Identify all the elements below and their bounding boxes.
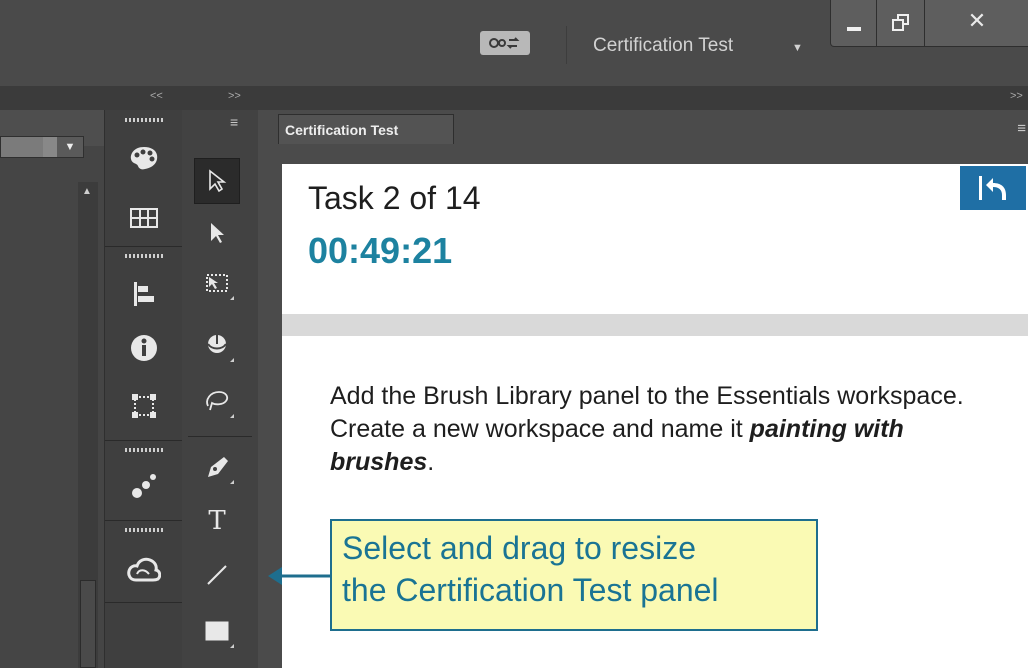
transform-icon[interactable] bbox=[105, 386, 183, 426]
tool-flyout-indicator bbox=[230, 358, 234, 362]
tools-panel: ≡ T bbox=[182, 110, 259, 668]
collapse-arrow-icon[interactable]: << bbox=[150, 90, 163, 102]
graphic-styles-icon[interactable] bbox=[105, 466, 183, 506]
tab-certification-test[interactable]: Certification Test bbox=[278, 114, 454, 144]
task-counter: Task 2 of 14 bbox=[308, 180, 481, 216]
panel-dropdown-value bbox=[1, 137, 43, 157]
app-window: Certification Test ▼ ✕ << >> >> ▼ ▲ ≡ T … bbox=[0, 0, 1028, 668]
rectangle-icon bbox=[205, 621, 229, 641]
artboard-icon bbox=[206, 274, 228, 292]
workspace-switcher-icon[interactable] bbox=[480, 31, 530, 55]
instruction-end: . bbox=[427, 448, 435, 476]
tool-flyout-indicator bbox=[230, 414, 234, 418]
content-divider bbox=[282, 314, 1028, 336]
pen-icon bbox=[208, 457, 228, 477]
tool-flyout-indicator bbox=[230, 296, 234, 300]
panel-menu-icon[interactable]: ≡ bbox=[1017, 120, 1026, 137]
callout-arrow-icon bbox=[268, 567, 330, 585]
direct-selection-icon bbox=[211, 223, 224, 243]
dropdown-caret-icon[interactable]: ▼ bbox=[792, 42, 803, 54]
document-panel: ▼ ▲ bbox=[0, 110, 104, 668]
pen-tool[interactable] bbox=[194, 444, 240, 490]
close-button[interactable]: ✕ bbox=[924, 0, 1028, 47]
lasso-tool[interactable] bbox=[194, 378, 240, 424]
line-tool[interactable] bbox=[194, 552, 240, 598]
info-icon[interactable] bbox=[105, 328, 183, 368]
title-bar: Certification Test ▼ ✕ bbox=[0, 0, 1028, 87]
creative-cloud-icon[interactable] bbox=[105, 550, 183, 590]
icon-group-separator bbox=[105, 520, 183, 521]
artboard-tool[interactable] bbox=[194, 260, 240, 306]
callout-line-2: the Certification Test panel bbox=[342, 572, 719, 608]
grip-handle[interactable] bbox=[125, 448, 165, 452]
panel-icon-column bbox=[104, 110, 184, 668]
direct-selection-tool[interactable] bbox=[194, 210, 240, 256]
tool-flyout-indicator bbox=[230, 644, 234, 648]
color-palette-icon[interactable] bbox=[105, 138, 183, 178]
grip-handle[interactable] bbox=[125, 118, 165, 122]
tool-flyout-indicator bbox=[230, 480, 234, 484]
chevron-down-icon[interactable]: ▼ bbox=[57, 137, 83, 157]
restore-button[interactable] bbox=[876, 0, 926, 47]
expand-arrow-right-icon[interactable]: >> bbox=[1010, 90, 1023, 102]
undo-arrow-icon bbox=[979, 176, 1006, 200]
minimize-icon bbox=[847, 27, 861, 31]
shape-builder-icon bbox=[207, 335, 227, 353]
scroll-up-icon[interactable]: ▲ bbox=[82, 186, 92, 197]
restore-icon bbox=[892, 14, 909, 31]
panel-dropdown[interactable]: ▼ bbox=[0, 136, 84, 158]
selection-arrow-icon bbox=[209, 169, 227, 193]
selection-tool[interactable] bbox=[194, 158, 240, 204]
shape-builder-tool[interactable] bbox=[194, 322, 240, 368]
tool-group-separator bbox=[188, 436, 252, 437]
back-button[interactable] bbox=[958, 164, 1028, 212]
lasso-icon bbox=[206, 391, 229, 411]
callout-line-1: Select and drag to resize bbox=[342, 530, 696, 566]
rectangle-tool[interactable] bbox=[194, 608, 240, 654]
minimize-button[interactable] bbox=[830, 0, 878, 47]
grip-handle[interactable] bbox=[125, 254, 165, 258]
icon-group-separator bbox=[105, 602, 183, 603]
task-instructions: Add the Brush Library panel to the Essen… bbox=[330, 380, 1000, 479]
dock-strip: << >> >> bbox=[0, 86, 1028, 110]
timer: 00:49:21 bbox=[308, 230, 453, 271]
type-icon: T bbox=[208, 506, 226, 536]
icon-group-separator bbox=[105, 246, 183, 247]
line-segment-icon bbox=[207, 565, 227, 585]
resize-callout: Select and drag to resize the Certificat… bbox=[330, 519, 818, 631]
hamburger-menu-icon[interactable]: ≡ bbox=[230, 114, 238, 130]
title-separator bbox=[566, 26, 567, 64]
close-icon: ✕ bbox=[967, 8, 987, 33]
vertical-scrollbar[interactable]: ▲ bbox=[78, 182, 98, 668]
workspace-label[interactable]: Certification Test bbox=[593, 35, 733, 57]
align-icon[interactable] bbox=[105, 274, 183, 314]
type-tool[interactable]: T bbox=[194, 498, 240, 544]
swatches-grid-icon[interactable] bbox=[105, 198, 183, 238]
expand-arrow-icon[interactable]: >> bbox=[228, 90, 241, 102]
icon-group-separator bbox=[105, 440, 183, 441]
grip-handle[interactable] bbox=[125, 528, 165, 532]
scrollbar-thumb[interactable] bbox=[80, 580, 96, 668]
